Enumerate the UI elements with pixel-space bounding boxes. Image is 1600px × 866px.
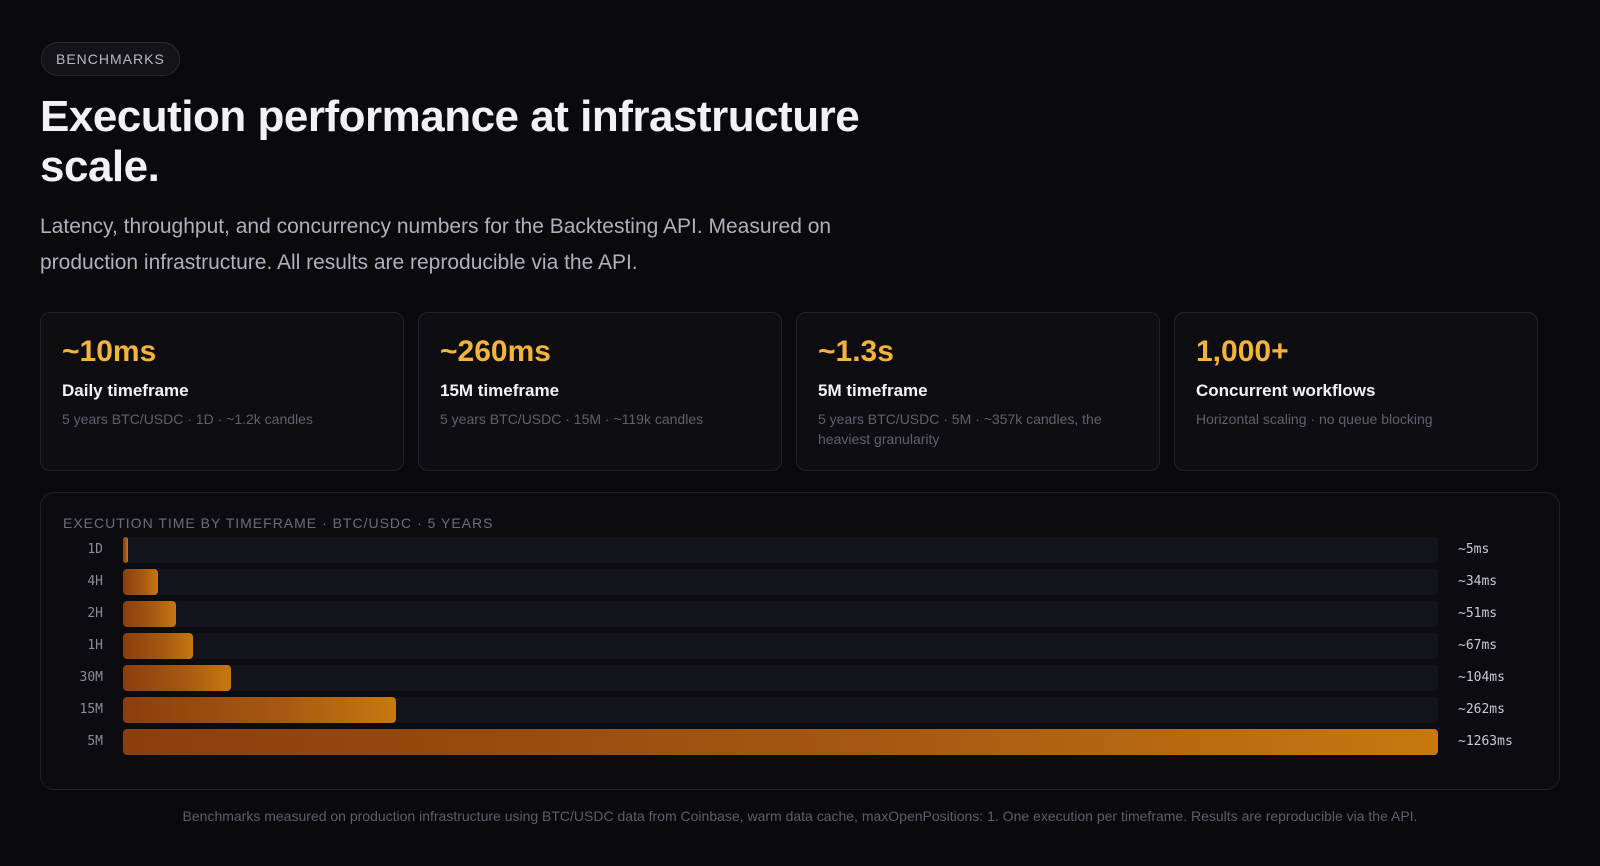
bar-track	[123, 569, 1438, 595]
category-label: 15M	[79, 702, 103, 717]
stat-card-daily: ~10ms Daily timeframe 5 years BTC/USDC ·…	[40, 312, 404, 471]
stat-value: ~10ms	[62, 335, 157, 368]
value-label: ~34ms	[1458, 574, 1498, 589]
chart-row-1h: 1H ~67ms	[41, 633, 1561, 659]
bar-1h	[123, 633, 193, 659]
bar-5m	[123, 729, 1438, 755]
bar-track	[123, 601, 1438, 627]
value-label: ~262ms	[1458, 702, 1505, 717]
category-label: 1H	[87, 638, 103, 653]
value-label: ~104ms	[1458, 670, 1505, 685]
bar-4h	[123, 569, 158, 595]
bar-track	[123, 537, 1438, 563]
page-subtitle: Latency, throughput, and concurrency num…	[40, 215, 832, 274]
stat-description: 5 years BTC/USDC · 1D · ~1.2k candles	[62, 411, 313, 427]
bar-15m	[123, 697, 396, 723]
section-badge: BENCHMARKS	[41, 42, 180, 76]
stat-label: 15M timeframe	[440, 381, 560, 400]
stat-label: 5M timeframe	[818, 381, 928, 400]
bar-1d	[123, 537, 128, 563]
chart-title: EXECUTION TIME BY TIMEFRAME · BTC/USDC ·…	[63, 515, 494, 531]
chart-row-2h: 2H ~51ms	[41, 601, 1561, 627]
category-label: 4H	[87, 574, 103, 589]
bar-2h	[123, 601, 176, 627]
stat-value: ~1.3s	[818, 335, 894, 368]
stat-label: Concurrent workflows	[1196, 381, 1376, 400]
chart-row-5m: 5M ~1263ms	[41, 729, 1561, 755]
value-label: ~51ms	[1458, 606, 1498, 621]
bar-30m	[123, 665, 231, 691]
stat-card-15m: ~260ms 15M timeframe 5 years BTC/USDC · …	[418, 312, 782, 471]
footnote: Benchmarks measured on production infras…	[182, 808, 1418, 824]
stat-cards: ~10ms Daily timeframe 5 years BTC/USDC ·…	[40, 312, 1560, 471]
value-label: ~67ms	[1458, 638, 1498, 653]
chart-row-4h: 4H ~34ms	[41, 569, 1561, 595]
stat-label: Daily timeframe	[62, 381, 189, 400]
bar-track	[123, 697, 1438, 723]
stat-card-5m: ~1.3s 5M timeframe 5 years BTC/USDC · 5M…	[796, 312, 1160, 471]
bar-track	[123, 729, 1438, 755]
bar-track	[123, 633, 1438, 659]
category-label: 5M	[87, 734, 103, 749]
stat-value: ~260ms	[440, 335, 551, 368]
chart-row-1d: 1D ~5ms	[41, 537, 1561, 563]
stat-description: 5 years BTC/USDC · 15M · ~119k candles	[440, 411, 704, 427]
stat-card-concurrency: 1,000+ Concurrent workflows Horizontal s…	[1174, 312, 1538, 471]
chart-row-15m: 15M ~262ms	[41, 697, 1561, 723]
stat-description: Horizontal scaling · no queue blocking	[1196, 411, 1433, 427]
stat-value: 1,000+	[1196, 335, 1289, 368]
chart-row-30m: 30M ~104ms	[41, 665, 1561, 691]
page-title: Execution performance at infrastructure …	[40, 92, 860, 191]
category-label: 30M	[79, 670, 103, 685]
category-label: 2H	[87, 606, 103, 621]
value-label: ~1263ms	[1458, 734, 1513, 749]
category-label: 1D	[87, 542, 103, 557]
bar-track	[123, 665, 1438, 691]
value-label: ~5ms	[1458, 542, 1490, 557]
stat-description: 5 years BTC/USDC · 5M · ~357k candles, t…	[818, 411, 1102, 447]
execution-time-chart: EXECUTION TIME BY TIMEFRAME · BTC/USDC ·…	[40, 492, 1560, 790]
